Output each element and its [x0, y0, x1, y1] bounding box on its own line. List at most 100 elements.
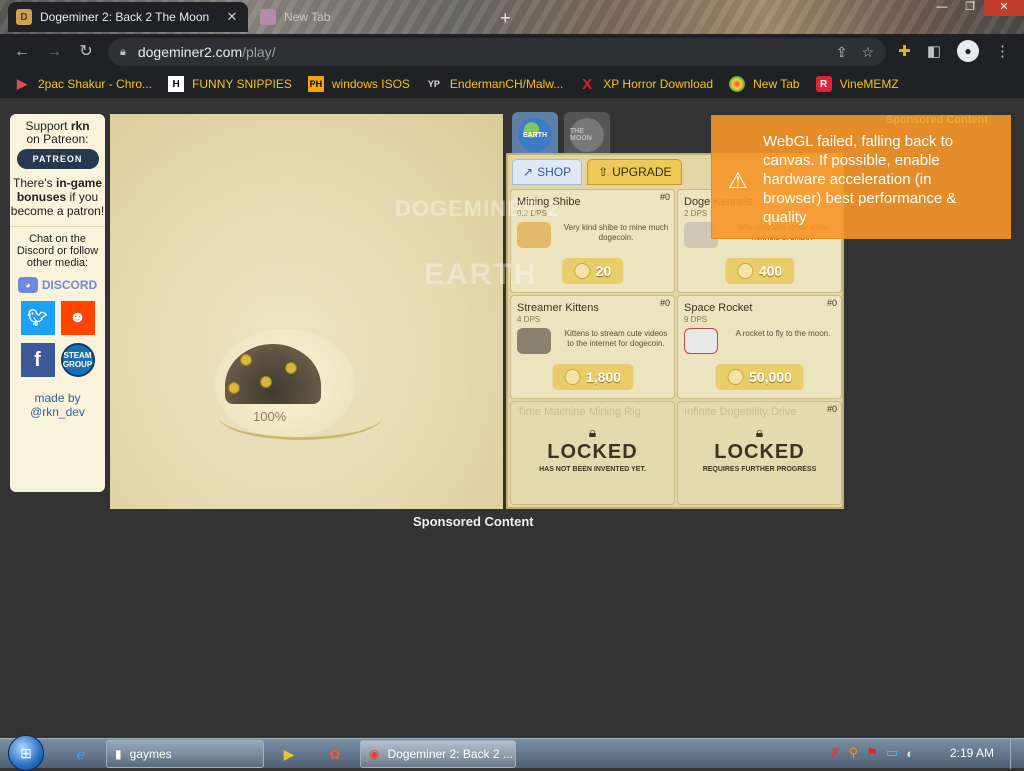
- bookmark-label: 2pac Shakur - Chro...: [38, 77, 153, 91]
- profile-avatar-icon[interactable]: ●: [957, 40, 979, 62]
- planet-moon-button[interactable]: THE MOON: [564, 112, 610, 158]
- shop-tab-label: SHOP: [537, 165, 572, 179]
- taskbar-clock[interactable]: 2:19 AM: [950, 746, 994, 760]
- new-tab-plus-icon[interactable]: +: [500, 8, 511, 29]
- bonus-prefix: There's: [13, 176, 53, 190]
- rock-progress-label: 100%: [253, 409, 287, 424]
- bookmarks-bar: ▶ 2pac Shakur - Chro... H FUNNY SNIPPIES P…: [0, 70, 1024, 98]
- flag-tray-icon[interactable]: ⚑: [866, 745, 878, 761]
- paint-app-icon[interactable]: ✿: [324, 743, 346, 765]
- coin-icon: [285, 362, 297, 374]
- window-titlebar: D Dogeminer 2: Back 2 The Moon ✕ New Tab…: [0, 0, 1024, 34]
- menu-kebab-icon[interactable]: ⋮: [995, 42, 1010, 60]
- folder-icon: ▮: [115, 747, 122, 761]
- item-price: 1,800: [585, 369, 622, 385]
- item-dps: 9 DPS: [684, 315, 708, 324]
- bookmark-new-tab[interactable]: New Tab: [729, 76, 800, 92]
- shop-item-mining-shibe[interactable]: Mining Shibe 0.2 DPS #0 Very kind shibe …: [510, 189, 675, 293]
- lock-icon[interactable]: 🔒︎: [120, 46, 126, 59]
- antivirus-tray-icon[interactable]: ✗: [830, 745, 841, 761]
- maximize-icon[interactable]: ❐: [956, 0, 984, 16]
- game-canvas[interactable]: 100%: [110, 114, 503, 509]
- dogecoin-icon: [736, 263, 753, 279]
- item-price-button[interactable]: 1,800: [551, 364, 634, 390]
- bookmark-label: VineMEMZ: [839, 77, 899, 91]
- patreon-button[interactable]: PATREON: [16, 149, 99, 169]
- sponsored-label-top: Sponsored Content: [885, 114, 988, 126]
- coin-icon: [260, 376, 272, 388]
- bookmark-funny-snippies[interactable]: H FUNNY SNIPPIES: [168, 76, 292, 92]
- warning-triangle-icon: ⚠: [728, 168, 748, 193]
- locked-item-name: Infinite Dogebility Drive: [684, 406, 797, 418]
- made-by-credit[interactable]: made by @rkn_dev: [10, 391, 105, 419]
- kitten-icon: [517, 328, 551, 354]
- bookmark-vinememz[interactable]: R VineMEMZ: [815, 76, 899, 92]
- item-desc: Very kind shibe to mine much dogecoin.: [563, 223, 669, 242]
- dogeminer-favicon-icon: D: [16, 9, 32, 25]
- bookmark-xp-horror[interactable]: X XP Horror Download: [579, 76, 713, 93]
- extensions-puzzle-icon[interactable]: ✚: [898, 42, 911, 60]
- planet-earth-button[interactable]: EARTH: [512, 112, 558, 158]
- webgl-message: WebGL failed, falling back to canvas. If…: [763, 133, 957, 226]
- chat-text: Chat on the Discord or follow other medi…: [16, 233, 99, 269]
- discord-link[interactable]: ◕ DISCORD: [10, 277, 105, 293]
- browser-toolbar: ← → ↻ 🔒︎ dogeminer2.com/play/ ⇪ ☆ ✚ ◧ ● …: [0, 34, 1024, 70]
- tab-new-tab[interactable]: New Tab: [252, 2, 492, 32]
- item-price-button[interactable]: 400: [724, 258, 795, 284]
- earth-icon: EARTH: [518, 118, 552, 152]
- sidepanel-icon[interactable]: ◧: [927, 42, 941, 60]
- item-desc: Kittens to stream cute videos to the int…: [564, 329, 668, 348]
- shop-item-streamer-kittens[interactable]: Streamer Kittens 4 DPS #0 Kittens to str…: [510, 295, 675, 399]
- forward-arrow-icon[interactable]: →: [44, 42, 64, 62]
- support-line2: on Patreon:: [26, 132, 89, 146]
- bookmark-2pac[interactable]: ▶ 2pac Shakur - Chro...: [14, 76, 152, 92]
- patreon-sidebar: Support rkn on Patreon: PATREON There's …: [10, 114, 105, 492]
- shop-tab[interactable]: ↗ SHOP: [512, 159, 583, 185]
- support-name: rkn: [70, 119, 90, 133]
- coin-icon: [228, 382, 240, 394]
- minimize-icon[interactable]: —: [928, 0, 956, 16]
- facebook-icon[interactable]: f: [20, 343, 55, 377]
- youtube-icon: ▶: [17, 76, 27, 91]
- close-tab-icon[interactable]: ✕: [224, 9, 240, 25]
- bookmark-endermanch[interactable]: YP EndermanCH/Malw...: [425, 76, 564, 92]
- back-arrow-icon[interactable]: ←: [12, 42, 32, 62]
- coin-icon: [240, 354, 252, 366]
- item-price-button[interactable]: 20: [561, 258, 624, 284]
- internet-explorer-icon[interactable]: ℯ: [70, 743, 92, 765]
- item-price-button[interactable]: 50,000: [715, 364, 804, 390]
- address-bar[interactable]: 🔒︎ dogeminer2.com/play/ ⇪ ☆: [108, 38, 886, 66]
- start-orb-icon[interactable]: ⊞: [8, 735, 44, 771]
- support-text: Support rkn on Patreon:: [10, 120, 105, 146]
- twitter-icon[interactable]: 🐦︎: [20, 301, 55, 335]
- reload-icon[interactable]: ↻: [76, 42, 96, 62]
- shop-item-space-rocket[interactable]: Space Rocket 9 DPS #0 A rocket to fly to…: [677, 295, 842, 399]
- windows-taskbar: ⊞ ℯ ▮ gaymes ▶ ✿ ◉ Dogeminer 2: Back 2 .…: [0, 735, 1024, 771]
- item-name: Streamer Kittens: [517, 302, 599, 314]
- upgrade-tab[interactable]: ⇧ UPGRADE: [587, 159, 683, 185]
- padlock-icon: 🔒︎: [755, 424, 764, 440]
- bookmark-star-icon[interactable]: ☆: [861, 44, 874, 61]
- bookmark-windows-isos[interactable]: PH windows ISOS: [307, 76, 410, 92]
- taskbar-app-dogeminer[interactable]: ◉ Dogeminer 2: Back 2 ...: [360, 740, 516, 768]
- show-desktop-button[interactable]: [1010, 739, 1024, 769]
- media-player-icon[interactable]: ▶: [278, 743, 300, 765]
- close-window-icon[interactable]: ✕: [984, 0, 1024, 16]
- search-tray-icon[interactable]: ⚲: [849, 745, 859, 761]
- reddit-icon[interactable]: ☻: [60, 301, 95, 335]
- tab-dogeminer[interactable]: D Dogeminer 2: Back 2 The Moon ✕: [8, 2, 248, 32]
- system-tray: ✗ ⚲ ⚑ ▭ ◐: [830, 745, 914, 761]
- taskbar-app-gaymes[interactable]: ▮ gaymes: [106, 740, 264, 768]
- monitor-tray-icon[interactable]: ▭: [886, 745, 898, 761]
- share-icon[interactable]: ⇪: [836, 44, 848, 61]
- item-count: #0: [659, 192, 670, 202]
- bonus-text: There's in-game bonuses if you become a …: [10, 176, 105, 218]
- locked-subtitle: HAS NOT BEEN INVENTED YET.: [539, 466, 646, 473]
- bookmark-label: FUNNY SNIPPIES: [192, 77, 292, 91]
- steam-group-icon[interactable]: STEAM GROUP: [60, 343, 95, 377]
- support-prefix: Support: [25, 119, 68, 133]
- divider: [10, 226, 105, 227]
- bookmark-label: windows ISOS: [331, 77, 410, 91]
- bookmark-label: EndermanCH/Malw...: [449, 77, 564, 91]
- volume-tray-icon[interactable]: ◐: [906, 746, 914, 761]
